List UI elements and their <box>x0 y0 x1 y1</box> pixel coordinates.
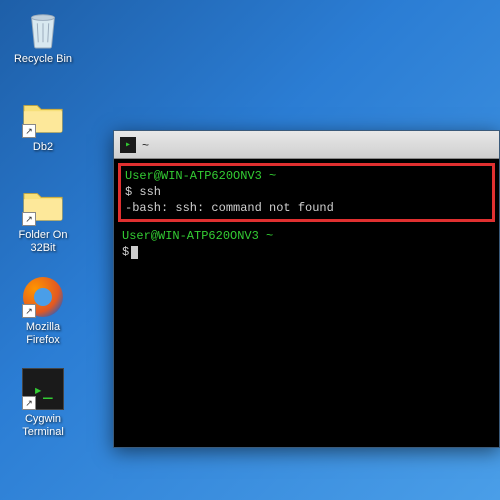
desktop-icon-label: Recycle Bin <box>14 53 72 66</box>
command-text: ssh <box>139 185 161 199</box>
desktop-icon-folder-32bit[interactable]: ↗ Folder On 32Bit <box>8 184 78 255</box>
desktop-icon-cygwin[interactable]: ▸_ ↗ Cygwin Terminal <box>8 368 78 439</box>
desktop-icon-firefox[interactable]: ↗ Mozilla Firefox <box>8 276 78 347</box>
prompt-path: ~ <box>266 229 273 243</box>
shortcut-arrow-icon: ↗ <box>22 396 36 410</box>
prompt-symbol: $ <box>125 185 132 199</box>
prompt-user-host: User@WIN-ATP620ONV3 <box>122 229 259 243</box>
prompt-user-host: User@WIN-ATP620ONV3 <box>125 169 262 183</box>
titlebar[interactable]: ▸ ~ <box>114 131 499 159</box>
window-title: ~ <box>142 138 149 152</box>
recycle-bin-icon <box>22 8 64 50</box>
terminal-window[interactable]: ▸ ~ User@WIN-ATP620ONV3 ~ $ ssh -bash: s… <box>113 130 500 448</box>
shortcut-arrow-icon: ↗ <box>22 304 36 318</box>
cursor-icon <box>131 246 138 259</box>
shortcut-arrow-icon: ↗ <box>22 124 36 138</box>
desktop-icon-label: Folder On 32Bit <box>8 229 78 255</box>
desktop-icon-label: Cygwin Terminal <box>8 413 78 439</box>
output-text: -bash: ssh: command not found <box>125 201 334 215</box>
desktop-icon-recycle-bin[interactable]: Recycle Bin <box>8 8 78 66</box>
highlight-annotation: User@WIN-ATP620ONV3 ~ $ ssh -bash: ssh: … <box>118 163 495 222</box>
desktop-icon-label: Mozilla Firefox <box>8 321 78 347</box>
cygwin-icon: ▸_ ↗ <box>22 368 64 410</box>
folder-icon: ↗ <box>22 96 64 138</box>
terminal-app-icon: ▸ <box>120 137 136 153</box>
prompt-symbol: $ <box>122 245 129 259</box>
firefox-icon: ↗ <box>22 276 64 318</box>
prompt-path: ~ <box>269 169 276 183</box>
desktop-icon-label: Db2 <box>33 141 53 154</box>
desktop-icon-db2[interactable]: ↗ Db2 <box>8 96 78 154</box>
folder-icon: ↗ <box>22 184 64 226</box>
shortcut-arrow-icon: ↗ <box>22 212 36 226</box>
terminal-body[interactable]: User@WIN-ATP620ONV3 ~ $ ssh -bash: ssh: … <box>114 159 499 447</box>
